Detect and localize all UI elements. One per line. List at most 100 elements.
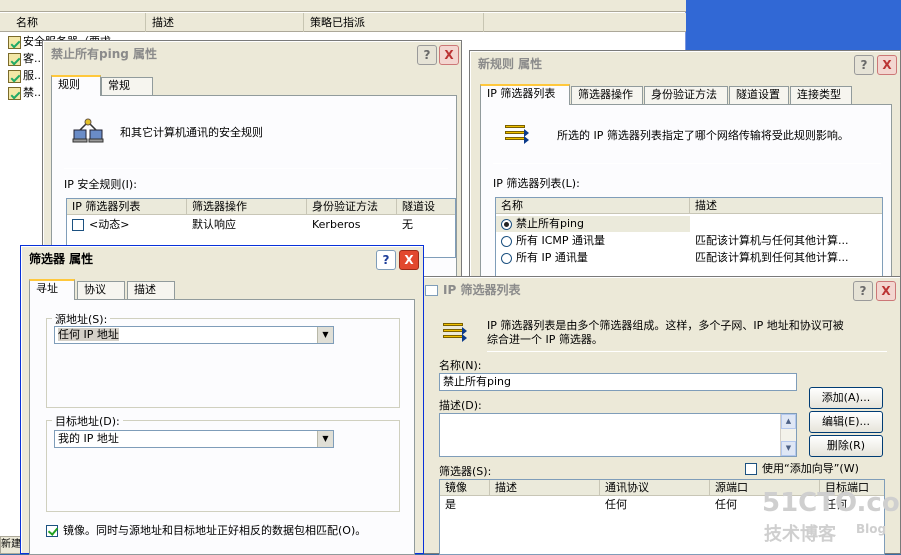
new-button-fragment[interactable]: 新建 [0,536,22,554]
filter-mirror-cell[interactable]: 是 [440,497,490,513]
watermark-text: 技术博客 [764,524,836,545]
rule-filter-cell[interactable]: <动态> [67,217,187,233]
separator [493,163,881,164]
ip-filter-list-panel: 所选的 IP 筛选器列表指定了哪个网络传输将受此规则影响。 IP 筛选器列表(L… [480,104,892,297]
new-rule-properties-dialog: 新规则 属性 ? X IP 筛选器列表 筛选器操作 身份验证方法 隧道设置 连接… [469,50,901,297]
column-header-tunnel[interactable]: 隧道设 [397,199,455,215]
destination-address-select[interactable]: 我的 IP 地址 ▼ [54,430,334,448]
column-header-name[interactable]: 名称 [10,13,146,32]
tab-general[interactable]: 常规 [101,77,153,95]
close-button[interactable]: X [877,55,897,75]
column-header-auth-method[interactable]: 身份验证方法 [307,199,397,215]
separator [487,351,887,352]
list-item[interactable]: 客... [8,50,45,67]
policy-icon [8,52,21,66]
column-header-mirror[interactable]: 镜像 [440,480,490,496]
column-header-name[interactable]: 名称 [496,198,690,214]
filter-protocol-cell: 任何 [605,498,627,511]
list-item[interactable]: 所有 ICMP 通讯量 [496,233,690,249]
list-item[interactable]: 禁止所有ping [496,216,690,232]
watermark-blog: Blog [856,522,887,536]
rules-description: 和其它计算机通讯的安全规则 [120,126,263,139]
destination-address-value: 我的 IP 地址 [58,432,119,445]
dialog-title: 禁止所有ping 属性 [51,47,158,61]
tab-auth-methods[interactable]: 身份验证方法 [644,86,728,104]
dialog-title: IP 筛选器列表 [443,283,521,297]
chevron-down-icon[interactable]: ▼ [317,327,333,343]
filter-list-icon [443,323,467,345]
filter-list-icon [505,125,529,147]
column-header-filter-action[interactable]: 筛选器操作 [187,199,307,215]
help-button[interactable]: ? [854,55,874,75]
filter-list-description-line2: 综合进一个 IP 筛选器。 [487,333,603,346]
source-address-value: 任何 IP 地址 [58,328,119,341]
use-wizard-checkbox[interactable] [745,463,757,475]
mirror-option[interactable]: 镜像。同时与源地址和目标地址正好相反的数据包相匹配(O)。 [46,522,366,538]
close-button[interactable]: X [439,45,459,65]
tab-protocol[interactable]: 协议 [77,281,125,299]
dialog-title: 新规则 属性 [478,57,543,71]
add-button[interactable]: 添加(A)... [809,387,883,409]
addressing-panel: 源地址(S): 任何 IP 地址 ▼ 目标地址(D): 我的 IP 地址 ▼ 镜… [29,299,415,555]
source-address-label: 源地址(S): [52,311,111,327]
rule-checkbox[interactable] [72,219,84,231]
help-button[interactable]: ? [376,250,396,270]
column-header-description[interactable]: 描述 [146,13,304,32]
filters-label: 筛选器(S): [439,465,492,478]
window-icon [425,285,438,296]
list-item-description: 匹配该计算机与任何其他计算... [695,234,849,247]
filter-description-cell [490,497,600,513]
list-header: 名称 描述 策略已指派 [0,13,686,32]
edit-button[interactable]: 编辑(E)... [809,411,883,433]
description-field[interactable] [439,413,797,457]
policy-icon [8,69,21,83]
description-label: 描述(D): [439,399,482,412]
radio-button[interactable] [501,218,512,230]
tab-rules[interactable]: 规则 [51,75,101,96]
toolbar-strip [0,0,686,12]
mirror-checkbox[interactable] [46,525,58,537]
filter-properties-dialog: 筛选器 属性 ? X 寻址 协议 描述 源地址(S): 任何 IP 地址 ▼ 目… [20,245,424,555]
chevron-down-icon[interactable]: ▼ [317,431,333,447]
name-field[interactable]: 禁止所有ping [439,373,797,391]
scroll-up-icon[interactable]: ▲ [781,414,796,429]
network-computers-icon [72,118,106,144]
filter-list-description-1: 所选的 IP 筛选器列表指定了哪个网络传输将受此规则影响。 [557,129,849,142]
tab-tunnel-settings[interactable]: 隧道设置 [729,86,789,104]
help-button[interactable]: ? [417,45,437,65]
help-button[interactable]: ? [853,281,873,301]
name-label: 名称(N): [439,359,482,372]
use-wizard-option[interactable]: 使用“添加向导”(W) [745,460,859,476]
column-header-protocol[interactable]: 通讯协议 [600,480,710,496]
list-item-description: 匹配该计算机到任何其他计算... [695,251,849,264]
tab-addressing[interactable]: 寻址 [29,279,75,300]
description-scrollbar[interactable]: ▲ ▼ [780,414,796,456]
list-item[interactable]: 禁... [8,84,45,101]
destination-address-label: 目标地址(D): [52,413,123,429]
remove-button[interactable]: 删除(R) [809,435,883,457]
ip-security-rules-label: IP 安全规则(I): [64,178,137,191]
column-header-description[interactable]: 描述 [490,480,600,496]
tab-connection-type[interactable]: 连接类型 [790,86,852,104]
policy-icon [8,35,21,49]
rule-auth-cell: Kerberos [312,218,361,231]
column-header-assigned[interactable]: 策略已指派 [304,13,484,32]
tab-ip-filter-list[interactable]: IP 筛选器列表 [480,84,570,105]
column-header-description[interactable]: 描述 [690,198,882,214]
list-item[interactable]: 所有 IP 通讯量 [496,250,690,266]
rule-action-cell: 默认响应 [192,218,236,231]
dialog-title: 筛选器 属性 [29,252,94,266]
source-address-select[interactable]: 任何 IP 地址 ▼ [54,326,334,344]
close-button[interactable]: X [399,250,419,270]
list-item[interactable]: 服... [8,67,45,84]
scroll-down-icon[interactable]: ▼ [781,441,796,456]
close-button[interactable]: X [876,281,896,301]
separator [64,168,448,169]
watermark-logo: 51CTO.com [762,488,901,518]
column-header-filter-list[interactable]: IP 筛选器列表 [67,199,187,215]
rule-tunnel-cell: 无 [402,218,413,231]
radio-button[interactable] [501,235,512,247]
tab-description[interactable]: 描述 [127,281,175,299]
radio-button[interactable] [501,252,512,264]
tab-filter-action[interactable]: 筛选器操作 [571,86,643,104]
